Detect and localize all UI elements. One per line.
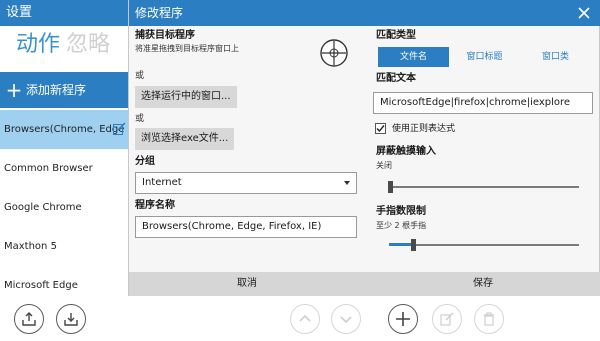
settings-window: 设置 动作 忽略 + 添加新程序 Browsers(Chrome, Edge C… — [0, 0, 600, 341]
move-up-icon — [299, 314, 311, 322]
import-button[interactable] — [56, 304, 86, 334]
move-up-button[interactable] — [290, 304, 320, 334]
edit-icon — [440, 312, 454, 326]
export-button[interactable] — [14, 304, 44, 334]
finger-limit-slider-thumb[interactable] — [411, 239, 416, 251]
match-type-label: 匹配类型 — [376, 30, 416, 41]
list-item-label: Browsers(Chrome, Edge — [4, 124, 125, 135]
add-icon — [396, 312, 410, 326]
program-list: Browsers(Chrome, Edge Common Browser Goo… — [0, 110, 128, 305]
export-icon — [22, 312, 36, 326]
delete-icon — [484, 312, 494, 326]
cancel-button[interactable]: 取消 — [129, 272, 365, 296]
move-down-button[interactable] — [331, 304, 361, 334]
finger-limit-slider-fill — [389, 243, 412, 246]
list-item[interactable]: Common Browser — [0, 149, 128, 188]
tab-ignore[interactable]: 忽略 — [66, 32, 110, 58]
list-item-label: Maxthon 5 — [4, 241, 57, 252]
list-item-label: Common Browser — [4, 163, 93, 174]
match-type-segmented: 文件名 窗口标题 窗口类 — [378, 47, 591, 67]
screen-touch-slider-thumb[interactable] — [388, 181, 393, 193]
list-item-label: Microsoft Edge — [4, 280, 78, 291]
or-label-1: 或 — [135, 71, 145, 81]
dialog-title-bar: 修改程序 — [129, 0, 600, 26]
screen-touch-slider-track[interactable] — [389, 186, 579, 188]
left-panel: 动作 忽略 + 添加新程序 Browsers(Chrome, Edge Comm… — [0, 26, 128, 341]
finger-limit-value: 至少 2 根手指 — [376, 221, 427, 230]
use-regex-checkbox[interactable] — [375, 123, 386, 134]
delete-button[interactable] — [474, 304, 504, 334]
match-text-label: 匹配文本 — [376, 73, 416, 84]
finger-limit-slider-track[interactable] — [389, 244, 579, 246]
finger-limit-label: 手指数限制 — [376, 206, 426, 217]
match-type-filename[interactable]: 文件名 — [378, 47, 449, 67]
tab-bar: 动作 忽略 — [16, 32, 110, 58]
screen-touch-label: 屏蔽触摸输入 — [376, 146, 436, 157]
tab-actions[interactable]: 动作 — [16, 32, 60, 58]
or-label-2: 或 — [135, 114, 145, 124]
checkmark-icon — [376, 125, 385, 133]
edit-icon[interactable] — [113, 122, 126, 135]
dialog-title: 修改程序 — [135, 6, 184, 20]
screen-touch-value: 关闭 — [376, 161, 392, 170]
add-program-button[interactable]: + 添加新程序 — [0, 72, 128, 108]
capture-target-hint: 将准星拖拽到目标程序窗口上 — [135, 44, 239, 53]
select-running-window-button[interactable]: 选择运行中的窗口... — [135, 86, 237, 108]
group-select-value: Internet — [142, 177, 182, 188]
edit-program-dialog: 修改程序 捕获目标程序 将准星拖拽到目标程序窗口上 或 选择运行中的窗口... … — [128, 0, 600, 296]
add-program-label: 添加新程序 — [26, 83, 87, 97]
program-name-label: 程序名称 — [135, 200, 175, 211]
match-text-input[interactable]: MicrosoftEdge|firefox|chrome|iexplore — [373, 92, 593, 114]
close-icon[interactable] — [577, 6, 591, 20]
add-button[interactable] — [388, 304, 418, 334]
list-item-label: Google Chrome — [4, 202, 82, 213]
browse-exe-button[interactable]: 浏览选择exe文件... — [135, 128, 235, 150]
import-icon — [64, 313, 78, 326]
match-type-window-title[interactable]: 窗口标题 — [449, 47, 520, 67]
save-button[interactable]: 保存 — [365, 272, 600, 296]
dialog-footer: 取消 保存 — [129, 272, 600, 296]
program-name-input[interactable]: Browsers(Chrome, Edge, Firefox, IE) — [135, 216, 357, 238]
capture-target-label: 捕获目标程序 — [135, 30, 195, 41]
list-item[interactable]: Google Chrome — [0, 188, 128, 227]
group-select[interactable]: Internet — [135, 172, 357, 194]
program-name-value: Browsers(Chrome, Edge, Firefox, IE) — [142, 221, 322, 232]
window-title: 设置 — [6, 5, 33, 20]
match-type-window-class[interactable]: 窗口类 — [520, 47, 591, 67]
edit-button[interactable] — [432, 304, 462, 334]
crosshair-icon[interactable] — [319, 38, 349, 68]
use-regex-label: 使用正则表达式 — [392, 124, 456, 134]
plus-icon: + — [5, 78, 23, 102]
list-item[interactable]: Maxthon 5 — [0, 227, 128, 266]
group-label: 分组 — [135, 156, 155, 167]
move-down-icon — [340, 316, 352, 324]
chevron-down-icon — [344, 181, 350, 185]
match-text-value: MicrosoftEdge|firefox|chrome|iexplore — [380, 97, 571, 108]
list-item[interactable]: Browsers(Chrome, Edge — [0, 110, 128, 149]
list-item[interactable]: Microsoft Edge — [0, 266, 128, 305]
